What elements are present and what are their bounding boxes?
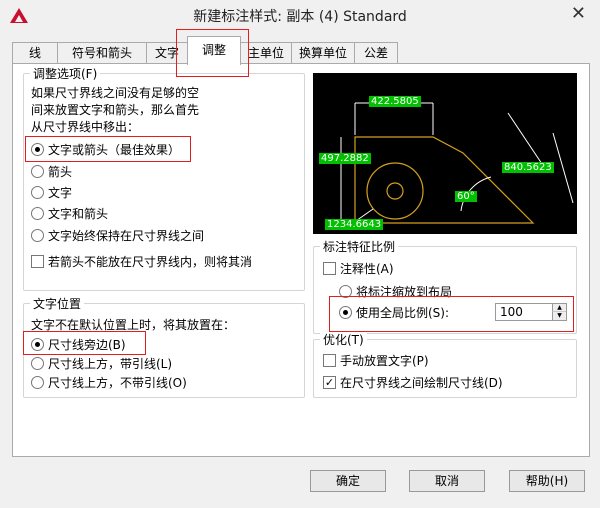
preview-label: 497.2882 xyxy=(319,153,371,164)
radio-arrows[interactable]: 箭头 xyxy=(31,162,72,180)
scale-title: 标注特征比例 xyxy=(320,238,399,255)
tab-fit[interactable]: 调整 xyxy=(187,36,241,65)
checkbox-draw-dim-line[interactable]: ✓ 在尺寸界线之间绘制尺寸线(D) xyxy=(323,373,503,391)
radio-use-overall-scale[interactable]: 使用全局比例(S): xyxy=(339,303,449,321)
radio-indicator[interactable] xyxy=(31,356,44,370)
checkmark-icon[interactable]: ✓ xyxy=(323,375,336,389)
checkbox-manual-placement[interactable]: 手动放置文字(P) xyxy=(323,351,429,369)
radio-text[interactable]: 文字 xyxy=(31,183,72,201)
radio-label: 文字始终保持在尺寸界线之间 xyxy=(48,228,205,243)
radio-label: 尺寸线上方，不带引线(O) xyxy=(48,375,187,390)
preview-label: 422.5805 xyxy=(369,96,421,107)
ok-button[interactable]: 确定 xyxy=(310,470,386,492)
radio-text-between-ext-lines[interactable]: 文字始终保持在尺寸界线之间 xyxy=(31,226,204,244)
checkbox-indicator[interactable] xyxy=(323,353,336,367)
radio-over-dim-line-without-leader[interactable]: 尺寸线上方，不带引线(O) xyxy=(31,373,187,391)
preview-label: 840.5623 xyxy=(502,162,554,173)
radio-text-or-arrows[interactable]: 文字或箭头（最佳效果） xyxy=(31,140,180,158)
radio-label: 文字和箭头 xyxy=(48,206,109,221)
radio-label: 使用全局比例(S): xyxy=(356,305,450,320)
checkbox-indicator[interactable] xyxy=(323,261,336,275)
tab-alternate-units[interactable]: 换算单位 xyxy=(291,42,355,64)
radio-label: 箭头 xyxy=(48,164,73,179)
checkbox-label: 注释性(A) xyxy=(340,261,394,276)
radio-indicator[interactable] xyxy=(31,337,44,351)
radio-text-and-arrows[interactable]: 文字和箭头 xyxy=(31,204,108,222)
radio-indicator[interactable] xyxy=(31,228,44,242)
help-button[interactable]: 帮助(H) xyxy=(509,470,585,492)
close-icon[interactable]: ✕ xyxy=(571,3,586,24)
window-title: 新建标注样式: 副本 (4) Standard xyxy=(193,9,407,25)
tab-lines[interactable]: 线 xyxy=(12,42,58,64)
spin-down-icon[interactable]: ▼ xyxy=(552,312,566,320)
text-placement-title: 文字位置 xyxy=(30,295,85,312)
tab-tolerances[interactable]: 公差 xyxy=(354,42,398,64)
radio-indicator[interactable] xyxy=(31,206,44,220)
preview-shape-outline xyxy=(354,136,535,224)
overall-scale-value[interactable]: 100 xyxy=(500,305,523,319)
tab-primary-units[interactable]: 主单位 xyxy=(240,42,292,64)
finetune-title: 优化(T) xyxy=(320,331,367,348)
fit-description-line: 间来放置文字和箭头，那么首先 xyxy=(31,103,200,117)
title-bar: 新建标注样式: 副本 (4) Standard ✕ xyxy=(0,0,600,30)
dimension-preview: 422.5805 497.2882 840.5623 60° 1234.6643 xyxy=(313,73,577,234)
radio-indicator[interactable] xyxy=(31,164,44,178)
cancel-button[interactable]: 取消 xyxy=(409,470,485,492)
checkbox-indicator[interactable] xyxy=(31,254,44,268)
fit-description-line: 从尺寸界线中移出： xyxy=(31,120,140,134)
radio-label: 尺寸线旁边(B) xyxy=(48,337,126,352)
radio-label: 文字 xyxy=(48,185,73,200)
checkbox-suppress-arrows[interactable]: 若箭头不能放在尺寸界线内，则将其消 xyxy=(31,252,252,270)
radio-label: 文字或箭头（最佳效果） xyxy=(48,142,181,157)
radio-indicator[interactable] xyxy=(31,185,44,199)
tab-symbols-arrows[interactable]: 符号和箭头 xyxy=(57,42,147,64)
preview-geometry xyxy=(354,136,535,224)
preview-label: 1234.6643 xyxy=(325,219,384,230)
preview-circle xyxy=(366,162,424,220)
preview-circle-center xyxy=(386,182,404,200)
preview-dim-line xyxy=(552,132,574,204)
text-placement-description: 文字不在默认位置上时，将其放置在： xyxy=(31,318,236,332)
overall-scale-input[interactable]: 100 ▲ ▼ xyxy=(495,303,567,321)
checkbox-annotative[interactable]: 注释性(A) xyxy=(323,259,394,277)
radio-indicator[interactable] xyxy=(31,142,44,156)
checkbox-label: 在尺寸界线之间绘制尺寸线(D) xyxy=(340,375,503,390)
preview-label: 60° xyxy=(455,191,477,202)
radio-over-dim-line-with-leader[interactable]: 尺寸线上方，带引线(L) xyxy=(31,354,172,372)
radio-indicator[interactable] xyxy=(339,305,352,319)
radio-scale-to-layout[interactable]: 将标注缩放到布局 xyxy=(339,282,452,300)
radio-indicator[interactable] xyxy=(339,284,352,298)
radio-indicator[interactable] xyxy=(31,375,44,389)
tab-text[interactable]: 文字 xyxy=(146,42,188,64)
radio-label: 将标注缩放到布局 xyxy=(356,284,453,299)
radio-label: 尺寸线上方，带引线(L) xyxy=(48,356,173,371)
fit-options-title: 调整选项(F) xyxy=(30,65,101,82)
radio-beside-dim-line[interactable]: 尺寸线旁边(B) xyxy=(31,335,126,353)
spin-up-icon[interactable]: ▲ xyxy=(552,304,566,312)
checkbox-label: 若箭头不能放在尺寸界线内，则将其消 xyxy=(48,254,253,269)
checkbox-label: 手动放置文字(P) xyxy=(340,353,429,368)
fit-description-line: 如果尺寸界线之间没有足够的空 xyxy=(31,86,200,100)
